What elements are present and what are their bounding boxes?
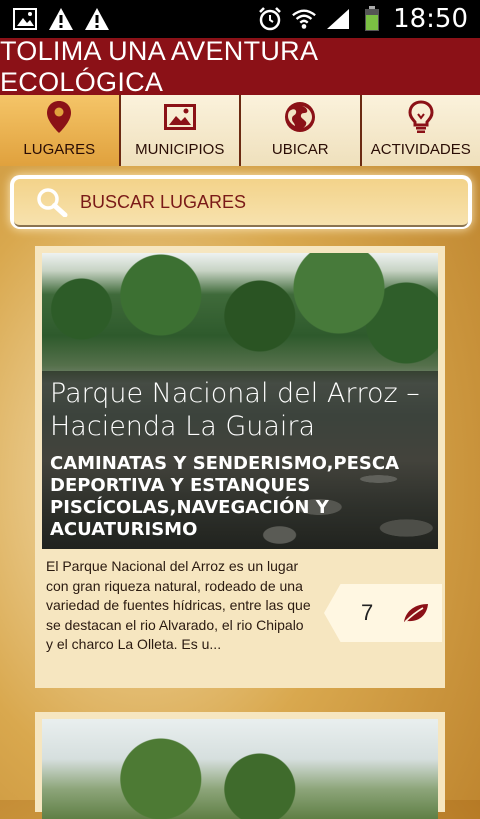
- place-activities: CAMINATAS Y SENDERISMO,PESCA DEPORTIVA Y…: [50, 453, 430, 541]
- warning-icon: [48, 6, 74, 32]
- globe-icon: [284, 99, 316, 135]
- app-title: TOLIMA UNA AVENTURA ECOLÓGICA: [0, 36, 480, 98]
- place-card[interactable]: [35, 712, 445, 812]
- place-photo: Parque Nacional del Arroz – Hacienda La …: [42, 253, 438, 549]
- like-button[interactable]: 7: [324, 584, 442, 642]
- clock: 18:50: [393, 4, 468, 34]
- tab-label: MUNICIPIOS: [135, 141, 224, 158]
- place-photo: [42, 719, 438, 819]
- alarm-icon: [257, 6, 283, 32]
- search-icon: [36, 187, 76, 217]
- signal-icon: [325, 6, 351, 32]
- status-bar: 18:50: [0, 0, 480, 38]
- wifi-icon: [291, 6, 317, 32]
- place-title: Parque Nacional del Arroz – Hacienda La …: [50, 377, 430, 443]
- tab-bar: LUGARES MUNICIPIOS UBICAR ACTIVIDADES: [0, 95, 480, 166]
- location-pin-icon: [46, 99, 72, 135]
- tab-ubicar[interactable]: UBICAR: [241, 95, 362, 166]
- like-count: 7: [361, 600, 373, 626]
- place-description: El Parque Nacional del Arroz es un lugar…: [46, 557, 311, 655]
- tab-actividades[interactable]: ACTIVIDADES: [362, 95, 480, 166]
- leaf-icon: [402, 602, 430, 624]
- tab-label: UBICAR: [272, 141, 329, 158]
- place-card[interactable]: Parque Nacional del Arroz – Hacienda La …: [35, 246, 445, 688]
- place-body: El Parque Nacional del Arroz es un lugar…: [42, 549, 438, 681]
- warning-icon: [84, 6, 110, 32]
- battery-icon: [359, 6, 385, 32]
- search-placeholder: BUSCAR LUGARES: [80, 192, 246, 213]
- tab-label: ACTIVIDADES: [371, 141, 471, 158]
- search-input[interactable]: BUSCAR LUGARES: [14, 179, 468, 227]
- tab-label: LUGARES: [23, 141, 95, 158]
- search-box[interactable]: BUSCAR LUGARES: [10, 175, 472, 229]
- image-notification-icon: [12, 6, 38, 32]
- tab-municipios[interactable]: MUNICIPIOS: [121, 95, 242, 166]
- app-header: TOLIMA UNA AVENTURA ECOLÓGICA: [0, 38, 480, 95]
- place-overlay: Parque Nacional del Arroz – Hacienda La …: [42, 371, 438, 549]
- tab-lugares[interactable]: LUGARES: [0, 95, 121, 166]
- lightbulb-icon: [408, 99, 434, 135]
- image-icon: [164, 99, 196, 135]
